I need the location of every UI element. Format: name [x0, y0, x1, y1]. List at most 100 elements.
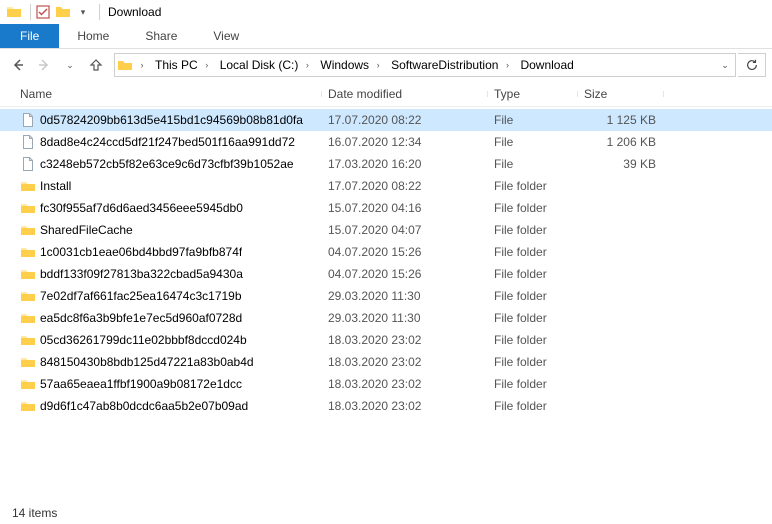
file-type: File: [488, 113, 578, 127]
breadcrumb-segment[interactable]: Download: [514, 54, 575, 76]
address-bar[interactable]: › This PC›Local Disk (C:)›Windows›Softwa…: [114, 53, 736, 77]
tab-share[interactable]: Share: [127, 24, 195, 48]
breadcrumb-segment[interactable]: SoftwareDistribution: [385, 54, 500, 76]
refresh-button[interactable]: [738, 53, 766, 77]
file-row[interactable]: fc30f955af7d6d6aed3456eee5945db0 15.07.20…: [0, 197, 772, 219]
file-type: File: [488, 157, 578, 171]
file-type: File folder: [488, 289, 578, 303]
status-bar: 14 items: [12, 506, 57, 520]
file-row[interactable]: 57aa65eaea1ffbf1900a9b08172e1dcc18.03.20…: [0, 373, 772, 395]
app-folder-icon: [6, 4, 22, 20]
tab-file[interactable]: File: [0, 24, 59, 48]
file-name: 1c0031cb1eae06bd4bbd97fa9bfb874f: [40, 245, 242, 259]
file-row[interactable]: 8dad8e4c24ccd5df21f247bed501f16aa991dd72…: [0, 131, 772, 153]
folder-icon: [20, 222, 36, 238]
file-type: File folder: [488, 245, 578, 259]
file-name: 0d57824209bb613d5e415bd1c94569b08b81d0fa: [40, 113, 303, 127]
file-row[interactable]: 1c0031cb1eae06bd4bbd97fa9bfb874f 04.07.20…: [0, 241, 772, 263]
up-button[interactable]: [84, 53, 108, 77]
file-type: File folder: [488, 201, 578, 215]
tab-view[interactable]: View: [195, 24, 257, 48]
file-list: 0d57824209bb613d5e415bd1c94569b08b81d0fa…: [0, 107, 772, 417]
qat-divider-2: [99, 4, 100, 20]
breadcrumb-chevron-icon[interactable]: ›: [371, 60, 385, 70]
file-name: 848150430b8bdb125d47221a83b0ab4d: [40, 355, 254, 369]
folder-icon: [20, 354, 36, 370]
file-date: 17.07.2020 08:22: [322, 113, 488, 127]
column-headers: Name Date modified Type Size: [0, 81, 772, 107]
breadcrumb-chevron-icon[interactable]: ›: [300, 60, 314, 70]
file-date: 15.07.2020 04:07: [322, 223, 488, 237]
file-row[interactable]: 0d57824209bb613d5e415bd1c94569b08b81d0fa…: [0, 109, 772, 131]
file-date: 17.03.2020 16:20: [322, 157, 488, 171]
address-dropdown-chevron-icon[interactable]: ⌄: [715, 60, 735, 71]
breadcrumb-chevron-icon[interactable]: ›: [200, 60, 214, 70]
file-date: 18.03.2020 23:02: [322, 377, 488, 391]
file-name: 7e02df7af661fac25ea16474c3c1719b: [40, 289, 242, 303]
breadcrumb-segment[interactable]: Local Disk (C:): [214, 54, 301, 76]
file-type: File: [488, 135, 578, 149]
tab-home[interactable]: Home: [59, 24, 127, 48]
qat-customize-chevron-icon[interactable]: ▾: [75, 4, 91, 20]
title-bar: ▾ Download: [0, 0, 772, 24]
column-header-type[interactable]: Type: [488, 87, 578, 101]
forward-button[interactable]: [32, 53, 56, 77]
folder-icon: [20, 332, 36, 348]
file-date: 16.07.2020 12:34: [322, 135, 488, 149]
file-type: File folder: [488, 179, 578, 193]
file-row[interactable]: 05cd36261799dc11e02bbbf8dccd024b 18.03.20…: [0, 329, 772, 351]
folder-icon: [20, 288, 36, 304]
address-folder-icon: [115, 57, 135, 73]
file-date: 04.07.2020 15:26: [322, 245, 488, 259]
folder-icon: [20, 200, 36, 216]
qat-divider: [30, 4, 31, 20]
file-row[interactable]: c3248eb572cb5f82e63ce9c6d73cfbf39b1052ae…: [0, 153, 772, 175]
file-date: 18.03.2020 23:02: [322, 399, 488, 413]
file-date: 15.07.2020 04:16: [322, 201, 488, 215]
folder-icon: [20, 178, 36, 194]
column-header-date[interactable]: Date modified: [322, 87, 488, 101]
file-date: 18.03.2020 23:02: [322, 355, 488, 369]
file-row[interactable]: 848150430b8bdb125d47221a83b0ab4d 18.03.20…: [0, 351, 772, 373]
file-icon: [20, 156, 36, 172]
file-row[interactable]: ea5dc8f6a3b9bfe1e7ec5d960af0728d 29.03.20…: [0, 307, 772, 329]
recent-locations-chevron-icon[interactable]: ⌄: [58, 53, 82, 77]
folder-icon: [20, 376, 36, 392]
file-type: File folder: [488, 333, 578, 347]
breadcrumb-chevron-icon[interactable]: ›: [500, 60, 514, 70]
file-date: 04.07.2020 15:26: [322, 267, 488, 281]
folder-icon: [20, 244, 36, 260]
file-icon: [20, 112, 36, 128]
file-row[interactable]: 7e02df7af661fac25ea16474c3c1719b29.03.20…: [0, 285, 772, 307]
file-date: 29.03.2020 11:30: [322, 311, 488, 325]
breadcrumb-segment[interactable]: This PC: [149, 54, 200, 76]
window-title: Download: [108, 5, 161, 19]
file-date: 18.03.2020 23:02: [322, 333, 488, 347]
file-name: 05cd36261799dc11e02bbbf8dccd024b: [40, 333, 247, 347]
file-row[interactable]: SharedFileCache15.07.2020 04:07File fold…: [0, 219, 772, 241]
file-row[interactable]: d9d6f1c47ab8b0dcdc6aa5b2e07b09ad18.03.20…: [0, 395, 772, 417]
column-header-size[interactable]: Size: [578, 87, 664, 101]
file-row[interactable]: Install17.07.2020 08:22File folder: [0, 175, 772, 197]
breadcrumb-segment[interactable]: Windows: [314, 54, 371, 76]
qat-properties-icon[interactable]: [35, 4, 51, 20]
file-icon: [20, 134, 36, 150]
file-name: ea5dc8f6a3b9bfe1e7ec5d960af0728d: [40, 311, 242, 325]
nav-bar: ⌄ › This PC›Local Disk (C:)›Windows›Soft…: [0, 49, 772, 81]
file-name: SharedFileCache: [40, 223, 133, 237]
breadcrumb-root-chevron-icon[interactable]: ›: [135, 60, 149, 70]
file-name: Install: [40, 179, 71, 193]
file-type: File folder: [488, 377, 578, 391]
folder-icon: [20, 310, 36, 326]
file-name: 8dad8e4c24ccd5df21f247bed501f16aa991dd72: [40, 135, 295, 149]
back-button[interactable]: [6, 53, 30, 77]
folder-icon: [20, 398, 36, 414]
file-size: 1 125 KB: [578, 113, 664, 127]
file-size: 39 KB: [578, 157, 664, 171]
file-row[interactable]: bddf133f09f27813ba322cbad5a9430a04.07.20…: [0, 263, 772, 285]
column-header-name[interactable]: Name: [14, 87, 322, 101]
qat-new-folder-icon[interactable]: [55, 4, 71, 20]
folder-icon: [20, 266, 36, 282]
file-name: fc30f955af7d6d6aed3456eee5945db0: [40, 201, 243, 215]
file-type: File folder: [488, 399, 578, 413]
